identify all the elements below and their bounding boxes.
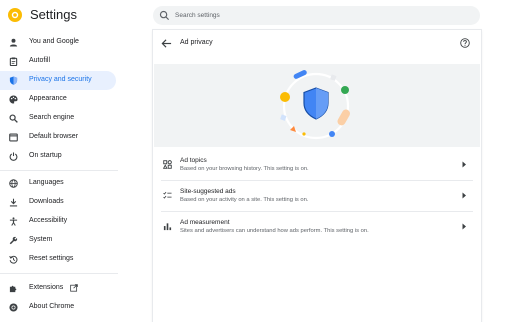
- help-icon[interactable]: [460, 38, 470, 48]
- sidebar-item-label: You and Google: [29, 38, 79, 45]
- ad-privacy-illustration: [154, 64, 480, 147]
- sidebar-item-reset-settings[interactable]: Reset settings: [0, 250, 116, 269]
- ad-privacy-card: Ad privacy Ad topics Based on your brows…: [153, 30, 481, 322]
- sidebar-item-languages[interactable]: Languages: [0, 174, 116, 193]
- row-title: Site-suggested ads: [180, 188, 236, 195]
- row-description: Based on your browsing history. This set…: [180, 166, 309, 172]
- shield-icon: [9, 76, 18, 85]
- sidebar-item-label: Privacy and security: [29, 76, 92, 83]
- sidebar-item-label: Reset settings: [29, 255, 74, 262]
- page-title: Ad privacy: [180, 39, 213, 46]
- sidebar-item-label: About Chrome: [29, 303, 75, 310]
- clipboard-icon: [9, 57, 18, 66]
- row-title: Ad measurement: [180, 219, 230, 226]
- sidebar-item-about-chrome[interactable]: About Chrome: [0, 298, 116, 317]
- app-title: Settings: [30, 7, 77, 22]
- back-arrow-icon[interactable]: [161, 38, 172, 49]
- sidebar-item-label: Appearance: [29, 95, 67, 102]
- sidebar-item-privacy-and-security[interactable]: Privacy and security: [0, 71, 116, 90]
- sidebar-item-downloads[interactable]: Downloads: [0, 193, 116, 212]
- sidebar-item-label: Extensions: [29, 284, 64, 291]
- row-description: Based on your activity on a site. This s…: [180, 197, 309, 203]
- accessibility-icon: [9, 217, 18, 226]
- sidebar-item-search-engine[interactable]: Search engine: [0, 109, 116, 128]
- site-suggested-ads-row[interactable]: Site-suggested ads Based on your activit…: [153, 181, 481, 211]
- sidebar-divider: [0, 170, 118, 171]
- puzzle-icon: [9, 285, 17, 293]
- checklist-icon: [163, 191, 172, 199]
- sidebar-item-label: System: [29, 236, 53, 243]
- search-icon: [159, 10, 170, 21]
- sidebar: You and Google Autofill Privacy and secu…: [0, 31, 118, 322]
- row-title: Ad topics: [180, 157, 207, 164]
- sidebar-item-label: On startup: [29, 152, 62, 159]
- sidebar-item-appearance[interactable]: Appearance: [0, 90, 116, 109]
- wrench-icon: [9, 236, 18, 245]
- row-description: Sites and advertisers can understand how…: [180, 228, 369, 234]
- sidebar-item-system[interactable]: System: [0, 231, 116, 250]
- sidebar-item-default-browser[interactable]: Default browser: [0, 128, 116, 147]
- sidebar-item-on-startup[interactable]: On startup: [0, 147, 116, 166]
- chrome-icon: [9, 303, 18, 312]
- sidebar-item-label: Downloads: [29, 198, 64, 205]
- sidebar-item-label: Autofill: [29, 57, 51, 64]
- sidebar-item-label: Accessibility: [29, 217, 68, 224]
- topics-icon: [163, 160, 172, 169]
- browser-icon: [9, 133, 18, 142]
- open-in-new-icon: [70, 284, 78, 292]
- power-icon: [9, 152, 18, 161]
- sidebar-divider: [0, 273, 118, 274]
- shield-illustration: [280, 70, 350, 140]
- search-box[interactable]: [153, 6, 480, 25]
- sidebar-item-label: Languages: [29, 179, 64, 186]
- person-icon: [9, 38, 18, 47]
- globe-icon: [9, 179, 18, 188]
- bar-chart-icon: [163, 223, 172, 231]
- settings-logo-icon: [8, 8, 22, 22]
- sidebar-item-label: Default browser: [29, 133, 79, 140]
- download-icon: [9, 198, 18, 207]
- reset-icon: [9, 255, 18, 264]
- sidebar-item-label: Search engine: [29, 114, 75, 121]
- search-icon: [9, 114, 18, 123]
- search-input[interactable]: [175, 8, 465, 23]
- top-bar: Settings: [0, 0, 512, 30]
- chevron-right-icon: [462, 223, 466, 230]
- ad-topics-row[interactable]: Ad topics Based on your browsing history…: [153, 150, 481, 180]
- sidebar-item-you-and-google[interactable]: You and Google: [0, 33, 116, 52]
- palette-icon: [9, 95, 18, 104]
- chevron-right-icon: [462, 161, 466, 168]
- sidebar-item-autofill[interactable]: Autofill: [0, 52, 116, 71]
- sidebar-item-extensions[interactable]: Extensions: [0, 279, 116, 298]
- chevron-right-icon: [462, 192, 466, 199]
- sidebar-item-accessibility[interactable]: Accessibility: [0, 212, 116, 231]
- ad-measurement-row[interactable]: Ad measurement Sites and advertisers can…: [153, 212, 481, 242]
- page-header: Ad privacy: [153, 30, 481, 58]
